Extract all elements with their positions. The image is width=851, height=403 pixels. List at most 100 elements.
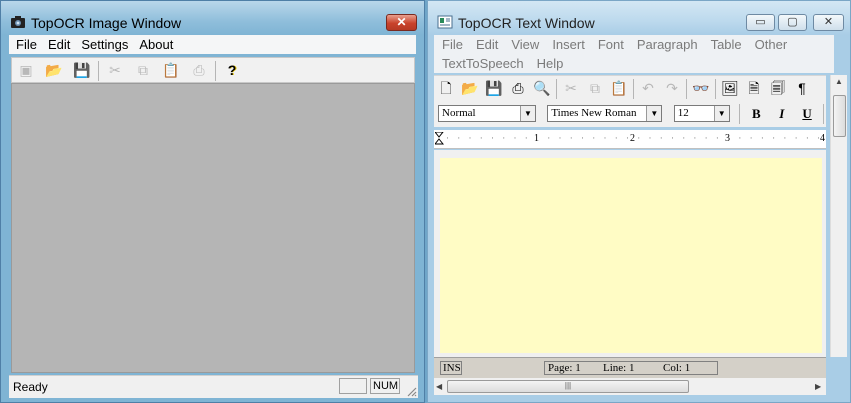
image-window-statusbar: Ready NUM — [9, 375, 418, 398]
toolbar-separator — [823, 104, 825, 124]
style-select-value: Normal — [442, 107, 476, 119]
camera-icon — [10, 15, 26, 29]
paragraph-mark-icon[interactable]: ¶ — [791, 78, 813, 98]
toolbar-separator — [633, 79, 634, 99]
ruler[interactable]: · · · · · · · · · · · · · · · · · · · · … — [433, 130, 826, 149]
ruler-number: 1 — [533, 133, 540, 144]
style-select[interactable]: Normal ▼ — [438, 105, 536, 122]
text-window-title: TopOCR Text Window — [458, 15, 595, 31]
paste-icon[interactable]: 📋 — [608, 78, 630, 98]
maximize-button[interactable]: ▢ — [778, 14, 807, 31]
image-window-menubar: File Edit Settings About — [9, 35, 416, 54]
ruler-number: 2 — [629, 133, 636, 144]
insert-mode-indicator: INS — [440, 361, 462, 375]
font-size-select[interactable]: 12 ▼ — [673, 105, 730, 122]
text-menu-texttospeech[interactable]: TextToSpeech — [442, 54, 524, 73]
num-lock-indicator: NUM — [370, 378, 400, 394]
chevron-down-icon: ▼ — [713, 106, 729, 121]
toolbar-separator — [715, 79, 716, 99]
text-menu-other[interactable]: Other — [755, 35, 788, 54]
scroll-up-icon[interactable]: ▲ — [835, 77, 843, 86]
chevron-down-icon: ▼ — [520, 106, 535, 121]
open-folder-icon[interactable]: 📂 — [459, 78, 481, 98]
page-icon[interactable]: 🗎 — [743, 78, 765, 98]
vertical-scrollbar[interactable]: ▲ — [830, 75, 847, 357]
print-preview-icon[interactable]: 🔍 — [531, 78, 553, 98]
vertical-scroll-thumb[interactable] — [833, 95, 846, 137]
toolbar-separator — [98, 61, 99, 81]
copy-icon[interactable]: ⧉ — [132, 60, 154, 80]
help-icon[interactable]: ? — [221, 60, 243, 80]
scroll-left-icon[interactable]: ◀ — [436, 382, 442, 391]
text-menu-view[interactable]: View — [511, 35, 539, 54]
open-folder-icon[interactable]: 📂 — [43, 60, 65, 80]
text-menu-table[interactable]: Table — [711, 35, 742, 54]
image-menu-settings[interactable]: Settings — [81, 35, 128, 54]
page-break-icon[interactable]: 🗐 — [767, 78, 789, 98]
image-window: TopOCR Image Window ✕ File Edit Settings Ab… — [0, 0, 425, 403]
ruler-number: 3 — [724, 133, 731, 144]
font-size-value: 12 — [677, 107, 689, 119]
bold-button[interactable]: B — [746, 104, 766, 124]
toolbar-separator — [686, 79, 687, 99]
insert-image-icon[interactable]: 🖼 — [719, 78, 741, 98]
image-window-titlebar[interactable]: TopOCR Image Window ✕ — [1, 1, 424, 35]
text-window: TopOCR Text Window ▭ ▢ ✕ File Edit View Ins… — [427, 0, 851, 403]
editor-frame — [434, 150, 826, 357]
toolbar-separator — [739, 104, 741, 124]
toolbar-separator — [556, 79, 557, 99]
image-window-toolbar: ▣ 📂 💾 ✂ ⧉ 📋 ⎙? — [11, 57, 415, 83]
italic-button[interactable]: I — [772, 104, 792, 124]
text-window-titlebar[interactable]: TopOCR Text Window ▭ ▢ ✕ — [428, 1, 850, 35]
minimize-button[interactable]: ▭ — [746, 14, 775, 31]
text-window-format-toolbar: Normal ▼ Times New Roman ▼ 12 ▼ B I U — [434, 101, 847, 127]
text-menu-insert[interactable]: Insert — [552, 35, 585, 54]
text-menu-file[interactable]: File — [442, 35, 463, 54]
status-indicator-blank — [339, 378, 367, 394]
text-menu-font[interactable]: Font — [598, 35, 624, 54]
undo-icon[interactable]: ↶ — [637, 78, 659, 98]
horizontal-scroll-thumb[interactable]: ||| — [447, 380, 689, 393]
image-menu-file[interactable]: File — [16, 35, 37, 54]
cut-icon[interactable]: ✂ — [560, 78, 582, 98]
text-editor-area[interactable] — [440, 158, 822, 353]
image-window-title: TopOCR Image Window — [31, 15, 182, 31]
save-icon[interactable]: 💾 — [483, 78, 505, 98]
ruler-number: 4 — [819, 133, 826, 144]
print-icon[interactable]: ⎙ — [507, 78, 529, 98]
find-icon[interactable]: 👓 — [690, 78, 712, 98]
save-icon[interactable]: 💾 — [71, 60, 93, 80]
chevron-down-icon: ▼ — [646, 106, 662, 121]
horizontal-scrollbar[interactable]: ◀ ||| ▶ — [434, 378, 826, 395]
resize-grip-icon[interactable] — [405, 385, 417, 397]
cut-icon[interactable]: ✂ — [104, 60, 126, 80]
underline-button[interactable]: U — [797, 104, 817, 124]
text-window-standard-toolbar: 🗋 📂 💾 ⎙ 🔍 ✂ ⧉ 📋 ↶ ↷ 👓 🖼 🗎 🗐 ¶ — [434, 75, 826, 102]
text-menu-paragraph[interactable]: Paragraph — [637, 35, 698, 54]
scroll-right-icon[interactable]: ▶ — [815, 382, 821, 391]
image-window-close-button[interactable]: ✕ — [386, 14, 417, 31]
font-select[interactable]: Times New Roman ▼ — [547, 105, 663, 122]
font-select-value: Times New Roman — [551, 107, 637, 119]
status-text: Ready — [13, 380, 48, 394]
text-window-close-button[interactable]: ✕ — [813, 14, 844, 31]
scan-icon[interactable]: ▣ — [15, 60, 37, 80]
new-document-icon[interactable]: 🗋 — [435, 78, 457, 98]
redo-icon[interactable]: ↷ — [661, 78, 683, 98]
text-window-menubar: File Edit View Insert Font Paragraph Table Othe… — [434, 35, 834, 73]
image-menu-edit[interactable]: Edit — [48, 35, 70, 54]
text-menu-help[interactable]: Help — [537, 54, 564, 73]
text-window-statusbar: INS Page: 1 Line: 1 Col: 1 — [434, 357, 826, 378]
paste-icon[interactable]: 📋 — [160, 60, 182, 80]
indent-marker-icon[interactable] — [433, 131, 445, 148]
text-menu-edit[interactable]: Edit — [476, 35, 498, 54]
image-canvas[interactable] — [11, 83, 415, 373]
document-window-icon — [437, 15, 453, 29]
line-indicator: Line: 1 — [603, 362, 635, 374]
print-icon[interactable]: ⎙ — [188, 60, 210, 80]
column-indicator: Col: 1 — [663, 362, 691, 374]
toolbar-separator — [215, 61, 216, 81]
image-menu-about[interactable]: About — [139, 35, 173, 54]
copy-icon[interactable]: ⧉ — [584, 78, 606, 98]
page-indicator: Page: 1 — [548, 362, 581, 374]
